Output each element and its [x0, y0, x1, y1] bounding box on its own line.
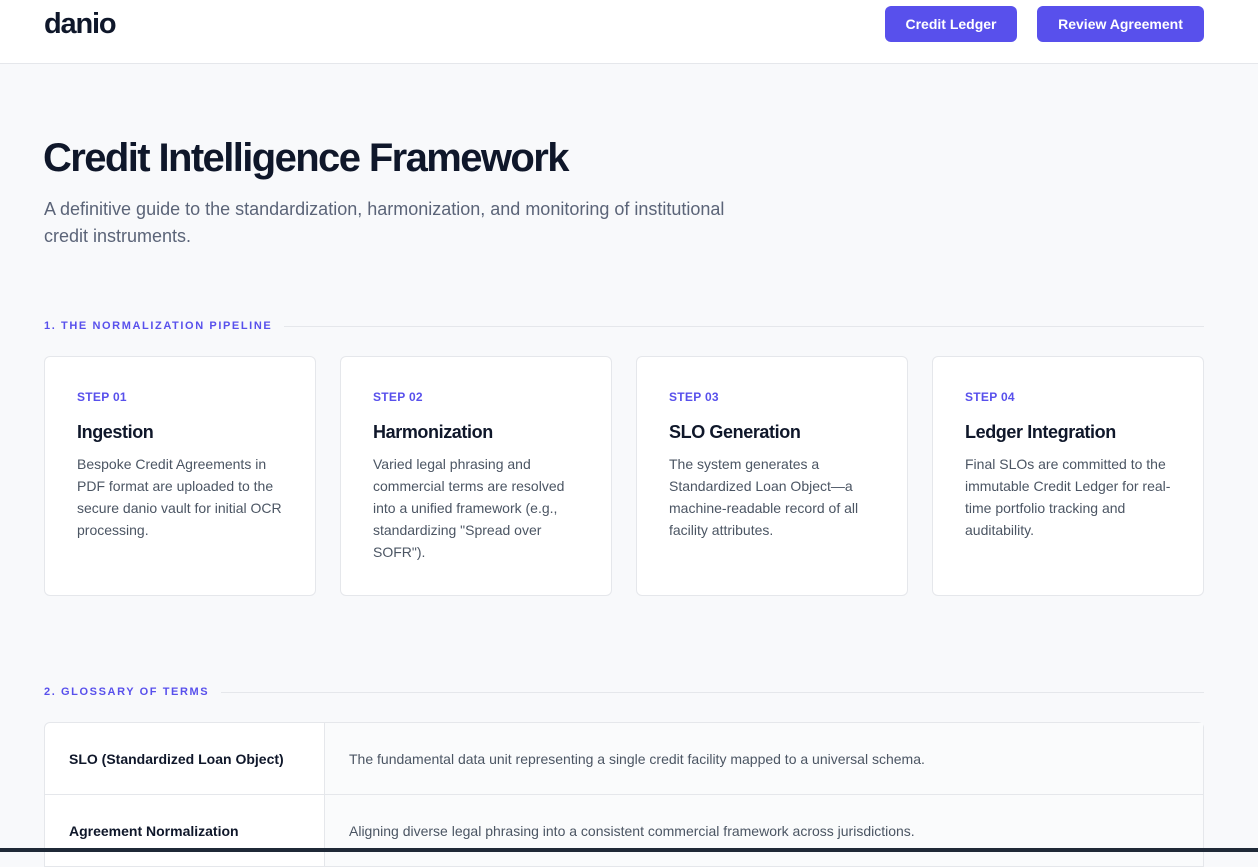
- section-divider: [284, 325, 1204, 327]
- glossary-table: SLO (Standardized Loan Object) The funda…: [44, 722, 1204, 867]
- step-number: STEP 02: [373, 390, 423, 404]
- step-card-ingestion: STEP 01 Ingestion Bespoke Credit Agreeme…: [44, 356, 316, 596]
- step-number: STEP 01: [77, 390, 127, 404]
- glossary-section-heading: 2. GLOSSARY OF TERMS: [44, 685, 1204, 699]
- glossary-row: Agreement Normalization Aligning diverse…: [45, 795, 1203, 867]
- glossary-term: SLO (Standardized Loan Object): [45, 723, 325, 794]
- glossary-section-label: 2. GLOSSARY OF TERMS: [44, 686, 210, 698]
- step-title: Harmonization: [373, 422, 493, 442]
- step-card-harmonization: STEP 02 Harmonization Varied legal phras…: [340, 356, 612, 596]
- pipeline-section-label: 1. THE NORMALIZATION PIPELINE: [44, 320, 273, 332]
- step-card-ledger-integration: STEP 04 Ledger Integration Final SLOs ar…: [932, 356, 1204, 596]
- step-title: Ingestion: [77, 422, 154, 442]
- review-agreement-button[interactable]: Review Agreement: [1037, 6, 1204, 42]
- section-divider: [221, 691, 1204, 693]
- step-description: The system generates a Standardized Loan…: [669, 456, 859, 538]
- credit-ledger-button[interactable]: Credit Ledger: [885, 6, 1017, 42]
- page-title: Credit Intelligence Framework: [43, 136, 569, 180]
- step-number: STEP 03: [669, 390, 719, 404]
- danio-logo[interactable]: danio: [44, 6, 117, 42]
- step-title: SLO Generation: [669, 422, 801, 442]
- step-number: STEP 04: [965, 390, 1015, 404]
- glossary-term: Agreement Normalization: [45, 795, 325, 866]
- pipeline-section-heading: 1. THE NORMALIZATION PIPELINE: [44, 319, 1204, 333]
- glossary-row: SLO (Standardized Loan Object) The funda…: [45, 723, 1203, 795]
- viewport-bottom-edge: [0, 848, 1258, 852]
- step-card-slo-generation: STEP 03 SLO Generation The system genera…: [636, 356, 908, 596]
- glossary-definition: The fundamental data unit representing a…: [325, 723, 1203, 794]
- glossary-definition: Aligning diverse legal phrasing into a c…: [325, 795, 1203, 866]
- step-title: Ledger Integration: [965, 422, 1116, 442]
- step-description: Varied legal phrasing and commercial ter…: [373, 456, 565, 560]
- step-description: Final SLOs are committed to the immutabl…: [965, 456, 1171, 538]
- page-subtitle: A definitive guide to the standardizatio…: [44, 199, 725, 246]
- step-description: Bespoke Credit Agreements in PDF format …: [77, 456, 282, 538]
- top-navigation-bar: danio Credit Ledger Review Agreement: [0, 0, 1258, 64]
